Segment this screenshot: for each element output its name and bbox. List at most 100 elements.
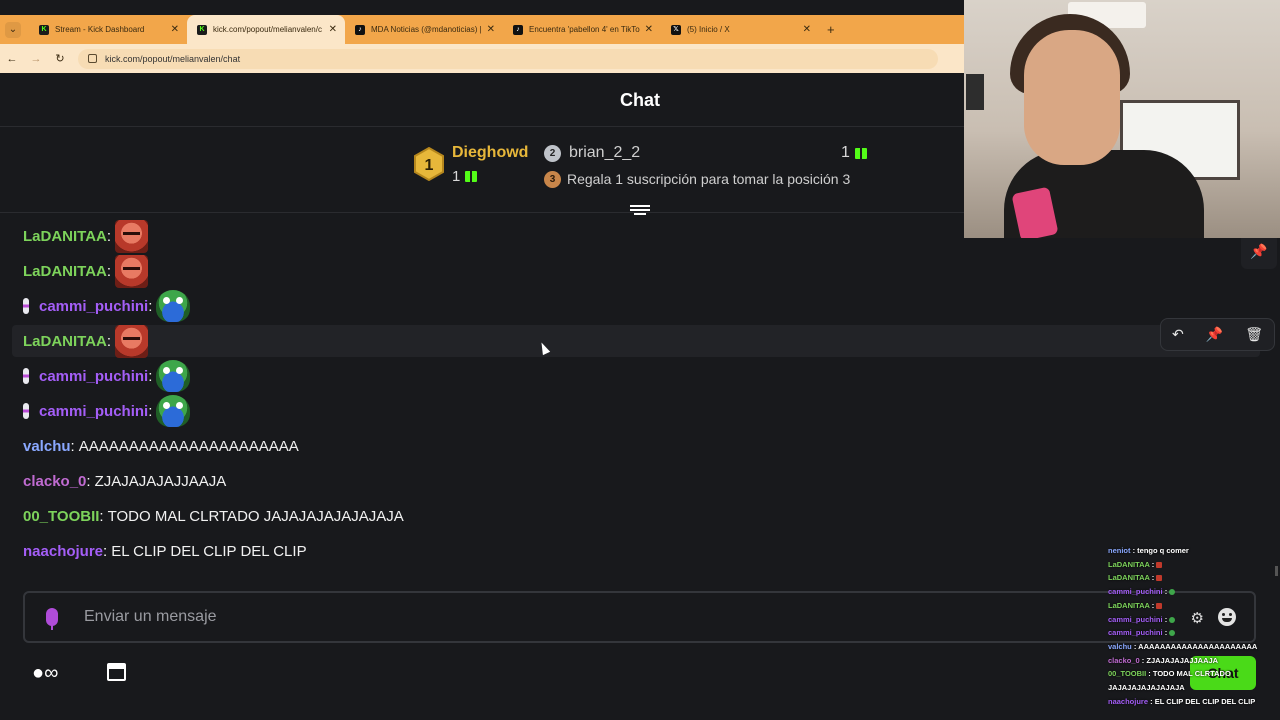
tiktok-icon: ♪ — [513, 24, 523, 35]
back-arrow-icon[interactable]: ← — [0, 53, 24, 65]
stream-chat-overlay: neniot : tengo q comer LaDANITAA : LaDANI… — [1108, 544, 1280, 709]
close-tab-icon[interactable]: ✕ — [171, 24, 179, 35]
site-info-icon[interactable] — [88, 54, 97, 63]
browser-tab[interactable]: 𝕏 (5) Inicio / X ✕ — [661, 15, 819, 44]
pin-message-icon[interactable]: 📌 — [1206, 326, 1223, 343]
chat-message[interactable]: LaDANITAA: — [12, 324, 1260, 358]
chat-username[interactable]: clacko_0 — [23, 473, 86, 490]
top-gifter-name[interactable]: Dieghowd — [452, 144, 528, 162]
frog-emote[interactable] — [156, 360, 191, 392]
second-gifter-count: 1 — [841, 144, 867, 162]
microphone-icon[interactable] — [46, 608, 58, 630]
message-separator: : — [148, 297, 153, 315]
overlay-separator: : — [1149, 573, 1157, 583]
close-tab-icon[interactable]: ✕ — [329, 24, 337, 35]
overlay-text: tengo q comer — [1137, 546, 1189, 555]
chat-username[interactable]: LaDANITAA — [23, 263, 107, 280]
browser-tab[interactable]: K Stream - Kick Dashboard ✕ — [29, 15, 187, 44]
frog-emote[interactable] — [156, 395, 191, 427]
frog-emote — [1169, 630, 1176, 637]
chat-username[interactable]: valchu — [23, 438, 71, 455]
scrollbar[interactable] — [1275, 566, 1278, 576]
overlay-separator: : — [1162, 587, 1170, 597]
second-gifter-count-value: 1 — [841, 144, 850, 161]
close-tab-icon[interactable]: ✕ — [803, 24, 811, 35]
tab-title: (5) Inicio / X — [687, 25, 730, 34]
overlay-text: AAAAAAAAAAAAAAAAAAAAAA — [1138, 641, 1258, 651]
overlay-chat-line: 00_TOOBII : TODO MAL CLRTADO — [1108, 667, 1280, 681]
face-emote[interactable] — [115, 219, 149, 253]
message-separator: : — [106, 262, 112, 280]
forward-arrow-icon[interactable]: → — [24, 53, 48, 65]
chat-username[interactable]: cammi_puchini — [39, 368, 148, 385]
face-emote[interactable] — [115, 254, 149, 288]
url-text: kick.com/popout/melianvalen/chat — [105, 53, 241, 64]
close-tab-icon[interactable]: ✕ — [487, 24, 495, 35]
message-composer[interactable]: Enviar un mensaje ⚙ — [23, 591, 1256, 643]
face-emote — [1156, 575, 1163, 582]
new-tab-button[interactable]: + — [827, 22, 835, 37]
rank-one-number: 1 — [425, 157, 434, 174]
browser-tab[interactable]: ♪ Encuentra 'pabellon 4' en TikTo ✕ — [503, 15, 661, 44]
browser-tab[interactable]: ♪ MDA Noticias (@mdanoticias) | ✕ — [345, 15, 503, 44]
overlay-username: naachojure — [1108, 696, 1149, 706]
chat-username[interactable]: LaDANITAA — [23, 333, 107, 350]
collapse-leaderboard-icon[interactable] — [630, 203, 650, 217]
close-tab-icon[interactable]: ✕ — [645, 24, 653, 35]
top-gifter-count: 1 — [452, 168, 478, 185]
chat-message[interactable]: cammi_puchini: — [12, 360, 1260, 392]
rank-one-badge-icon: 1 — [413, 146, 445, 182]
message-text: TODO MAL CLRTADO JAJAJAJAJAJAJAJA — [107, 507, 404, 525]
gift-icon — [854, 147, 867, 159]
message-separator: : — [148, 402, 153, 420]
reload-icon[interactable]: ↻ — [48, 52, 72, 65]
message-input[interactable]: Enviar un mensaje — [84, 608, 217, 626]
chat-username[interactable]: naachojure — [23, 543, 103, 560]
wall-poster — [966, 74, 984, 110]
second-gifter-name[interactable]: brian_2_2 — [569, 144, 640, 162]
tiktok-icon: ♪ — [355, 24, 365, 35]
chat-message[interactable]: naachojure: EL CLIP DEL CLIP DEL CLIP — [12, 535, 1260, 567]
message-text: AAAAAAAAAAAAAAAAAAAAAA — [78, 437, 299, 455]
chat-message[interactable]: cammi_puchini: — [12, 290, 1260, 322]
overlay-text: EL CLIP DEL CLIP DEL CLIP — [1154, 696, 1256, 706]
overlay-chat-line: LaDANITAA : — [1108, 599, 1280, 613]
overlay-username: cammi_puchini — [1108, 614, 1163, 624]
reply-icon[interactable]: ↶ — [1172, 326, 1184, 343]
chat-message[interactable]: valchu: AAAAAAAAAAAAAAAAAAAAAA — [12, 430, 1260, 462]
overlay-chat-line: LaDANITAA : — [1108, 571, 1280, 585]
chat-username[interactable]: LaDANITAA — [23, 228, 107, 245]
chat-message[interactable]: clacko_0: ZJAJAJAJAJJAAJA — [12, 465, 1260, 497]
face-emote — [1156, 602, 1163, 609]
tab-title: kick.com/popout/melianvalen/c — [213, 25, 322, 34]
chat-username[interactable]: cammi_puchini — [39, 403, 148, 420]
overlay-separator: : — [1148, 696, 1155, 706]
overlay-chat-line: naachojure : EL CLIP DEL CLIP DEL CLIP — [1108, 695, 1280, 709]
tab-title: Stream - Kick Dashboard — [55, 25, 145, 34]
browser-tab-bar: ⌄ K Stream - Kick Dashboard ✕ Kkick.com/pop… — [0, 15, 965, 44]
frog-emote[interactable] — [156, 290, 191, 322]
tab-search-icon[interactable]: ⌄ — [5, 21, 21, 38]
overlay-separator: : — [1162, 628, 1170, 638]
overlay-username: LaDANITAA — [1108, 600, 1150, 610]
gift-icon — [465, 171, 478, 182]
store-icon[interactable] — [107, 663, 126, 681]
chat-username[interactable]: cammi_puchini — [39, 298, 148, 315]
rank-three-badge-icon: 3 — [544, 171, 561, 188]
message-text: EL CLIP DEL CLIP DEL CLIP — [111, 542, 307, 560]
chat-message[interactable]: 00_TOOBII: TODO MAL CLRTADO JAJAJAJAJAJAJ… — [12, 500, 1260, 532]
overlay-username: cammi_puchini — [1108, 587, 1163, 597]
message-actions: ↶ 📌 🗑 — [1160, 318, 1275, 351]
subscriber-badge-icon — [23, 368, 29, 384]
chat-message[interactable]: cammi_puchini: — [12, 395, 1260, 427]
chat-username[interactable]: 00_TOOBII — [23, 508, 99, 525]
kicks-icon[interactable]: ●∞ — [32, 662, 58, 685]
face-emote[interactable] — [115, 324, 149, 358]
overlay-text: TODO MAL CLRTADO — [1152, 669, 1231, 679]
browser-tab[interactable]: Kkick.com/popout/melianvalen/c ✕ — [187, 15, 345, 44]
chat-message[interactable]: LaDANITAA: — [12, 254, 1260, 288]
address-bar[interactable]: kick.com/popout/melianvalen/chat — [78, 48, 938, 69]
overlay-chat-line: cammi_puchini : — [1108, 626, 1280, 640]
delete-icon[interactable]: 🗑 — [1245, 326, 1263, 343]
overlay-chat-line: cammi_puchini : — [1108, 585, 1280, 599]
